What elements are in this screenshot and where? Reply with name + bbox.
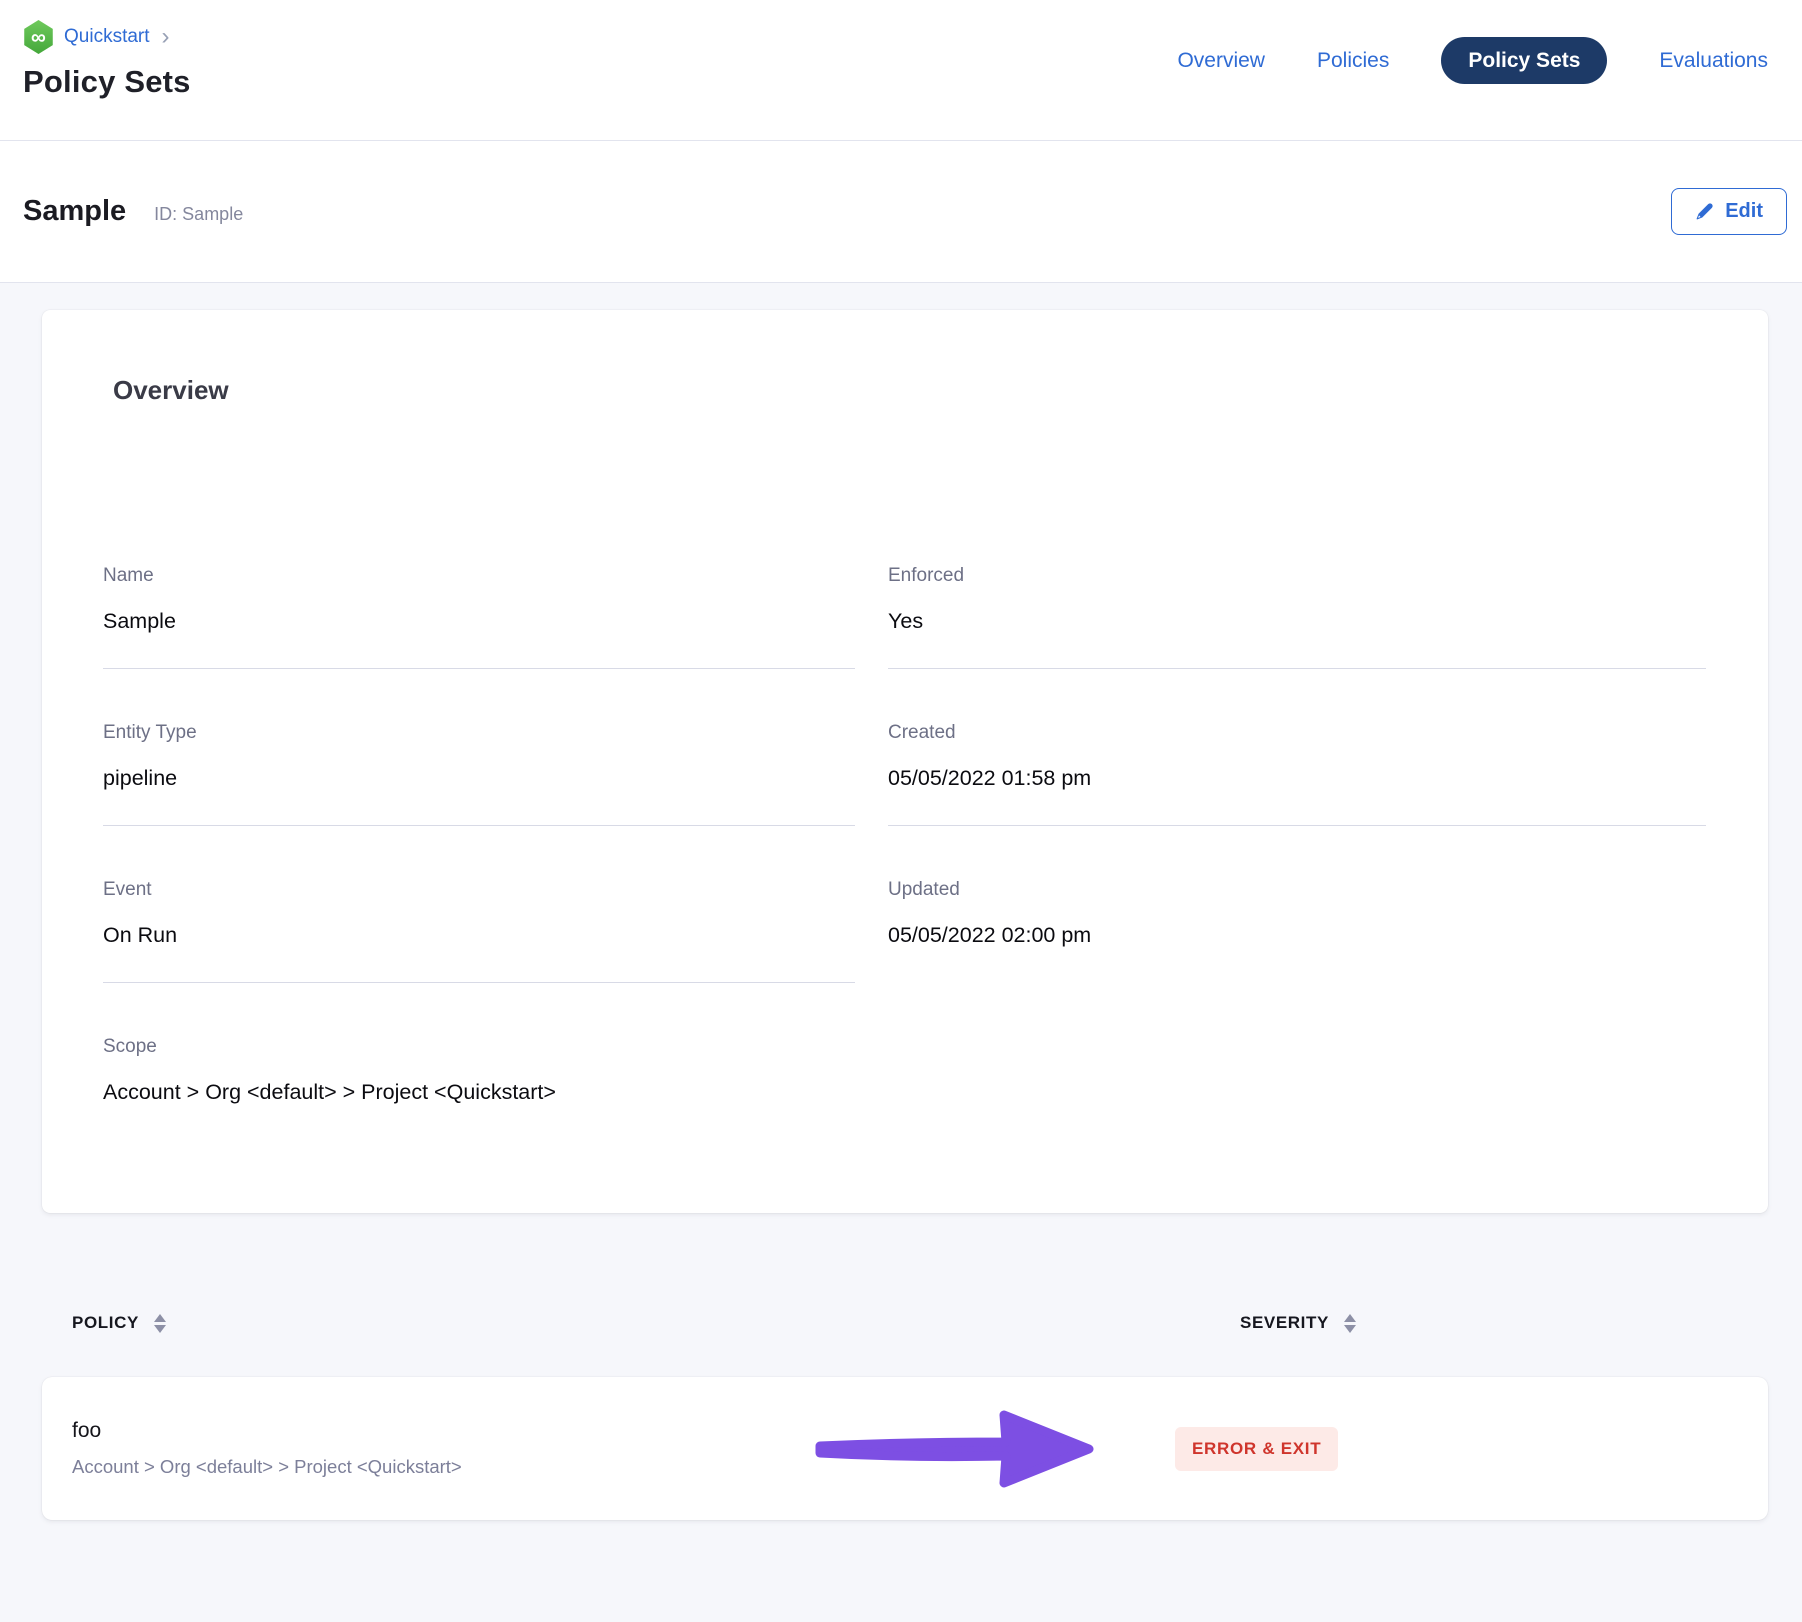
pencil-icon (1695, 202, 1714, 221)
tab-policies[interactable]: Policies (1317, 50, 1389, 71)
annotation-arrow-icon (810, 1401, 1100, 1497)
policy-scope: Account > Org <default> > Project <Quick… (72, 1456, 1768, 1478)
project-icon: ∞ (23, 20, 54, 54)
column-header-severity[interactable]: SEVERITY (1240, 1313, 1356, 1333)
field-value: pipeline (103, 766, 855, 791)
field-label: Event (103, 878, 855, 901)
field-label: Enforced (888, 564, 1706, 587)
field-label: Scope (103, 1035, 855, 1058)
field-entity-type: Entity Type pipeline (103, 721, 855, 826)
page-title: Policy Sets (23, 64, 191, 100)
field-label: Entity Type (103, 721, 855, 744)
sort-icon[interactable] (154, 1314, 166, 1333)
field-event: Event On Run (103, 878, 855, 983)
sort-icon[interactable] (1344, 1314, 1356, 1333)
field-name: Name Sample (103, 564, 855, 669)
field-created: Created 05/05/2022 01:58 pm (888, 721, 1706, 826)
page-body: Overview Name Sample Entity Type pipelin… (0, 283, 1802, 1520)
field-value: On Run (103, 923, 855, 948)
column-header-severity-label: SEVERITY (1240, 1313, 1329, 1333)
field-updated: Updated 05/05/2022 02:00 pm (888, 878, 1706, 948)
field-value: Yes (888, 609, 1706, 634)
tab-evaluations[interactable]: Evaluations (1659, 50, 1768, 71)
field-scope: Scope Account > Org <default> > Project … (103, 1035, 855, 1105)
field-value: 05/05/2022 02:00 pm (888, 923, 1706, 948)
overview-fields-right: Enforced Yes Created 05/05/2022 01:58 pm… (888, 564, 1706, 1105)
top-nav: Overview Policies Policy Sets Evaluation… (1177, 37, 1768, 83)
overview-card: Overview Name Sample Entity Type pipelin… (42, 310, 1768, 1213)
page-header: ∞ Quickstart › Policy Sets Overview Poli… (0, 0, 1802, 141)
policy-name: foo (72, 1419, 1768, 1443)
column-header-policy-label: POLICY (72, 1313, 139, 1333)
field-value: Account > Org <default> > Project <Quick… (103, 1080, 855, 1105)
edit-button-label: Edit (1725, 200, 1763, 223)
policy-set-name: Sample (23, 195, 126, 228)
field-label: Name (103, 564, 855, 587)
tab-overview[interactable]: Overview (1177, 50, 1265, 71)
column-header-policy[interactable]: POLICY (72, 1313, 166, 1333)
field-value: Sample (103, 609, 855, 634)
overview-card-title: Overview (113, 375, 1706, 406)
severity-badge: ERROR & EXIT (1175, 1427, 1338, 1471)
field-enforced: Enforced Yes (888, 564, 1706, 669)
tab-policy-sets[interactable]: Policy Sets (1441, 37, 1607, 84)
breadcrumb-project-link[interactable]: Quickstart (64, 26, 150, 48)
breadcrumb: ∞ Quickstart › (23, 20, 191, 54)
field-label: Created (888, 721, 1706, 744)
field-label: Updated (888, 878, 1706, 901)
infinity-glyph: ∞ (31, 27, 46, 48)
policies-table-header: POLICY SEVERITY (42, 1313, 1768, 1339)
chevron-right-icon: › (162, 25, 170, 49)
overview-fields: Name Sample Entity Type pipeline Event O… (103, 564, 1706, 1105)
edit-button[interactable]: Edit (1671, 188, 1787, 235)
policy-set-id: ID: Sample (154, 204, 243, 225)
policies-table: POLICY SEVERITY foo Account > Org <defau… (42, 1313, 1768, 1520)
policy-set-header: Sample ID: Sample Edit (0, 141, 1802, 283)
field-value: 05/05/2022 01:58 pm (888, 766, 1706, 791)
policy-table-row[interactable]: foo Account > Org <default> > Project <Q… (42, 1377, 1768, 1520)
overview-fields-left: Name Sample Entity Type pipeline Event O… (103, 564, 855, 1105)
